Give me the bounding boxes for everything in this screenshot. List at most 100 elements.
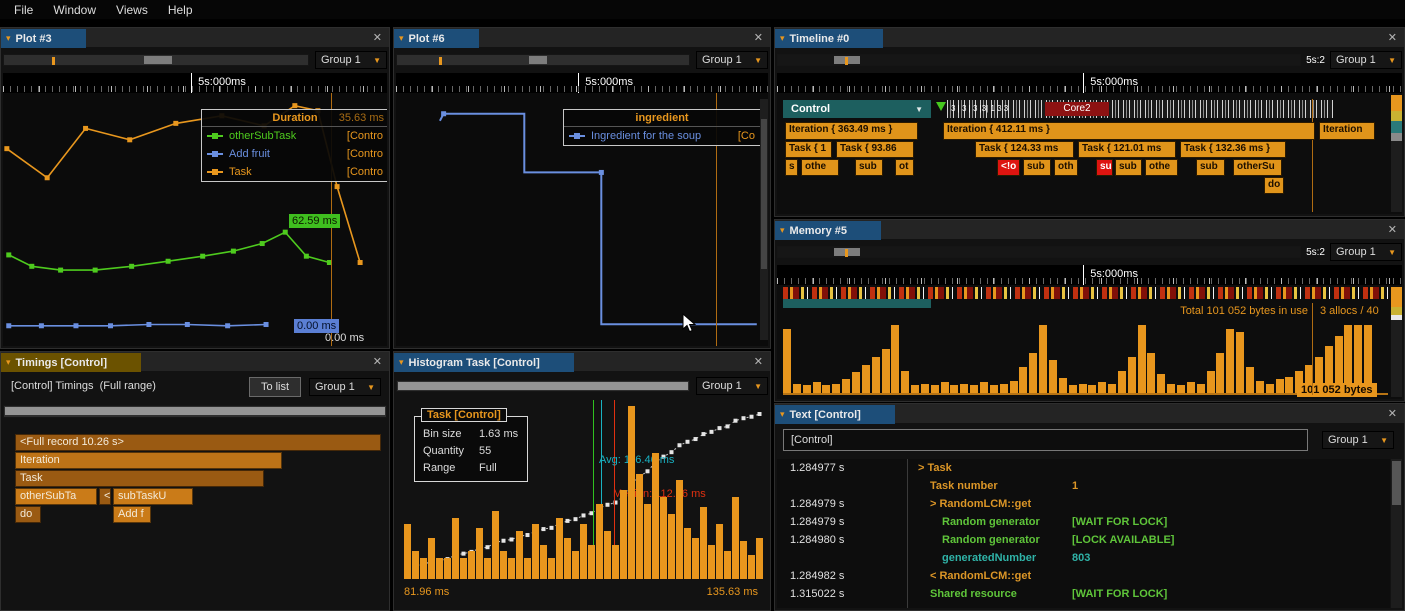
log-value: [WAIT FOR LOCK]	[1072, 588, 1168, 600]
plot6-chart[interactable]: ingredient Ingredient for the soup [Co	[396, 93, 768, 346]
vertical-scrollbar[interactable]	[1391, 287, 1402, 397]
log-row[interactable]: 1.284982 s < RandomLCM::get	[777, 567, 1390, 585]
memory-bar	[920, 384, 929, 395]
flame-bar[interactable]: Iteration	[15, 452, 282, 469]
cursor-tick	[845, 249, 848, 257]
timeline-bar[interactable]: sub	[1196, 159, 1225, 176]
plot3-legend: Duration 35.63 ms otherSubTask [Contro A…	[201, 109, 387, 182]
scrollbar-thumb[interactable]	[761, 119, 767, 269]
menu-window[interactable]: Window	[43, 3, 106, 17]
timeline-bar[interactable]: do	[1264, 177, 1284, 194]
timeline-bar[interactable]: su	[1096, 159, 1113, 176]
log-row[interactable]: 1.315022 s Shared resource [WAIT FOR LOCK]	[777, 585, 1390, 603]
horizontal-scrollbar[interactable]	[777, 246, 1302, 258]
plot3-titlebar[interactable]: ▾ Plot #3 ✕	[1, 28, 389, 48]
log-row[interactable]: Task number 1	[777, 477, 1390, 495]
group-dropdown[interactable]: Group 1 ▼	[696, 51, 768, 69]
flame-bar[interactable]: Add f	[113, 506, 151, 523]
horizontal-scrollbar[interactable]	[3, 54, 309, 66]
menu-views[interactable]: Views	[106, 3, 158, 17]
horizontal-scrollbar[interactable]	[396, 54, 690, 66]
timeline-bar[interactable]: Iteration { 363.49 ms }	[785, 122, 918, 140]
horizontal-scrollbar[interactable]	[396, 380, 690, 392]
group-dropdown[interactable]: Group 1 ▼	[1330, 243, 1402, 261]
flame-graph[interactable]: <Full record 10.26 s> Iteration Task otherS…	[1, 352, 389, 610]
histogram-bar	[660, 497, 667, 579]
flame-bar[interactable]: Task	[15, 470, 264, 487]
menu-file[interactable]: File	[4, 3, 43, 17]
group-dropdown[interactable]: Group 1 ▼	[315, 51, 387, 69]
histogram-titlebar[interactable]: ▾ Histogram Task [Control] ✕	[394, 352, 770, 372]
panel-histogram: ▾ Histogram Task [Control] ✕ Group 1 ▼ A…	[393, 351, 771, 611]
scrollbar-thumb[interactable]	[529, 56, 547, 64]
timeline-bar[interactable]: othe	[1145, 159, 1178, 176]
legend-item[interactable]: Ingredient for the soup [Co	[564, 127, 760, 145]
timeline-bar[interactable]: ot	[895, 159, 914, 176]
log-row[interactable]: 1.284980 s Random generator [LOCK AVAILABL…	[777, 531, 1390, 549]
close-icon[interactable]: ✕	[1388, 31, 1397, 44]
log-row[interactable]: 1.284979 s > RandomLCM::get	[777, 495, 1390, 513]
close-icon[interactable]: ✕	[1388, 407, 1397, 420]
timeline-bar[interactable]: sub	[855, 159, 883, 176]
timeline-bar[interactable]: Iteration { 412.11 ms }	[943, 122, 1315, 140]
timeline-bar[interactable]: s	[785, 159, 798, 176]
menu-help[interactable]: Help	[158, 3, 203, 17]
timeline-bar[interactable]: Task { 1	[785, 141, 832, 158]
filter-input[interactable]: [Control]	[783, 429, 1308, 451]
plot6-titlebar[interactable]: ▾ Plot #6 ✕	[394, 28, 770, 48]
close-icon[interactable]: ✕	[373, 31, 382, 44]
tooltip-key: Bin size	[423, 427, 462, 440]
timeline-bar[interactable]: Iteration	[1319, 122, 1375, 140]
legend-item[interactable]: Add fruit [Contro	[202, 145, 387, 163]
text-titlebar[interactable]: ▾ Text [Control] ✕	[775, 404, 1404, 424]
scrollbar-thumb[interactable]	[1392, 461, 1401, 505]
time-ruler[interactable]: 5s:000ms	[777, 73, 1402, 93]
time-ruler[interactable]: 5s:000ms	[396, 73, 768, 93]
timeline-titlebar[interactable]: ▾ Timeline #0 ✕	[775, 28, 1404, 48]
timeline-bar[interactable]: Task { 121.01 ms	[1078, 141, 1176, 158]
scale-label: 5s:2	[1306, 246, 1325, 258]
timeline-bar[interactable]: othe	[801, 159, 839, 176]
timeline-bar[interactable]: oth	[1054, 159, 1078, 176]
legend-item[interactable]: Task [Contro	[202, 163, 387, 181]
timeline-bar[interactable]: sub	[1023, 159, 1051, 176]
timeline-bar[interactable]: sub	[1115, 159, 1142, 176]
plot3-chart[interactable]: 62.59 ms 0.00 ms 0.00 ms Duration 35.63 …	[3, 93, 387, 346]
memory-titlebar[interactable]: ▾ Memory #5 ✕	[775, 220, 1404, 240]
horizontal-scrollbar[interactable]	[777, 54, 1302, 66]
memory-canvas[interactable]: Total 101 052 bytes in use 3 allocs / 40…	[777, 285, 1402, 399]
scrollbar-thumb[interactable]	[144, 56, 172, 64]
legend-item[interactable]: otherSubTask [Contro	[202, 127, 387, 145]
timeline-bar[interactable]: Task { 93.86	[836, 141, 914, 158]
timeline-bar[interactable]: otherSu	[1233, 159, 1282, 176]
vertical-scrollbar[interactable]	[1391, 95, 1402, 212]
ruler-label: 5s:000ms	[1090, 76, 1138, 88]
group-dropdown[interactable]: Group 1 ▼	[1322, 431, 1394, 449]
close-icon[interactable]: ✕	[1388, 223, 1397, 236]
timeline-bar[interactable]: Task { 132.36 ms }	[1180, 141, 1286, 158]
vertical-scrollbar[interactable]	[1391, 459, 1402, 608]
timeline-bar[interactable]: Task { 124.33 ms	[975, 141, 1074, 158]
flame-bar[interactable]: subTaskU	[113, 488, 193, 505]
log-row[interactable]: generatedNumber 803	[777, 549, 1390, 567]
vertical-scrollbar[interactable]	[760, 99, 768, 340]
scrollbar-thumb[interactable]	[398, 382, 688, 390]
time-ruler[interactable]: 5s:000ms	[777, 265, 1402, 285]
histogram-bar	[612, 545, 619, 579]
close-icon[interactable]: ✕	[754, 31, 763, 44]
thread-header[interactable]: Control ▼	[783, 100, 931, 118]
log-row[interactable]: 1.284979 s Random generator [WAIT FOR LOCK…	[777, 513, 1390, 531]
timeline-bar[interactable]: <!o	[997, 159, 1020, 176]
time-ruler[interactable]: 5s:000ms	[3, 73, 387, 93]
log-row[interactable]: 1.284977 s > Task	[777, 459, 1390, 477]
flame-bar[interactable]: otherSubTa	[15, 488, 97, 505]
log-list[interactable]: 1.284977 s > Task Task number 1 1.284979 s > …	[777, 459, 1390, 608]
flame-bar[interactable]: <Full record 10.26 s>	[15, 434, 381, 451]
group-dropdown[interactable]: Group 1 ▼	[696, 377, 768, 395]
legend-header: Duration 35.63 ms	[202, 110, 387, 127]
flame-bar[interactable]: do	[15, 506, 41, 523]
timeline-canvas[interactable]: Control ▼ 3 | 3 | 3 |3| 1 3 3 Core2 Iter…	[777, 93, 1402, 214]
flame-bar[interactable]: <	[99, 488, 111, 505]
close-icon[interactable]: ✕	[754, 355, 763, 368]
group-dropdown[interactable]: Group 1 ▼	[1330, 51, 1402, 69]
